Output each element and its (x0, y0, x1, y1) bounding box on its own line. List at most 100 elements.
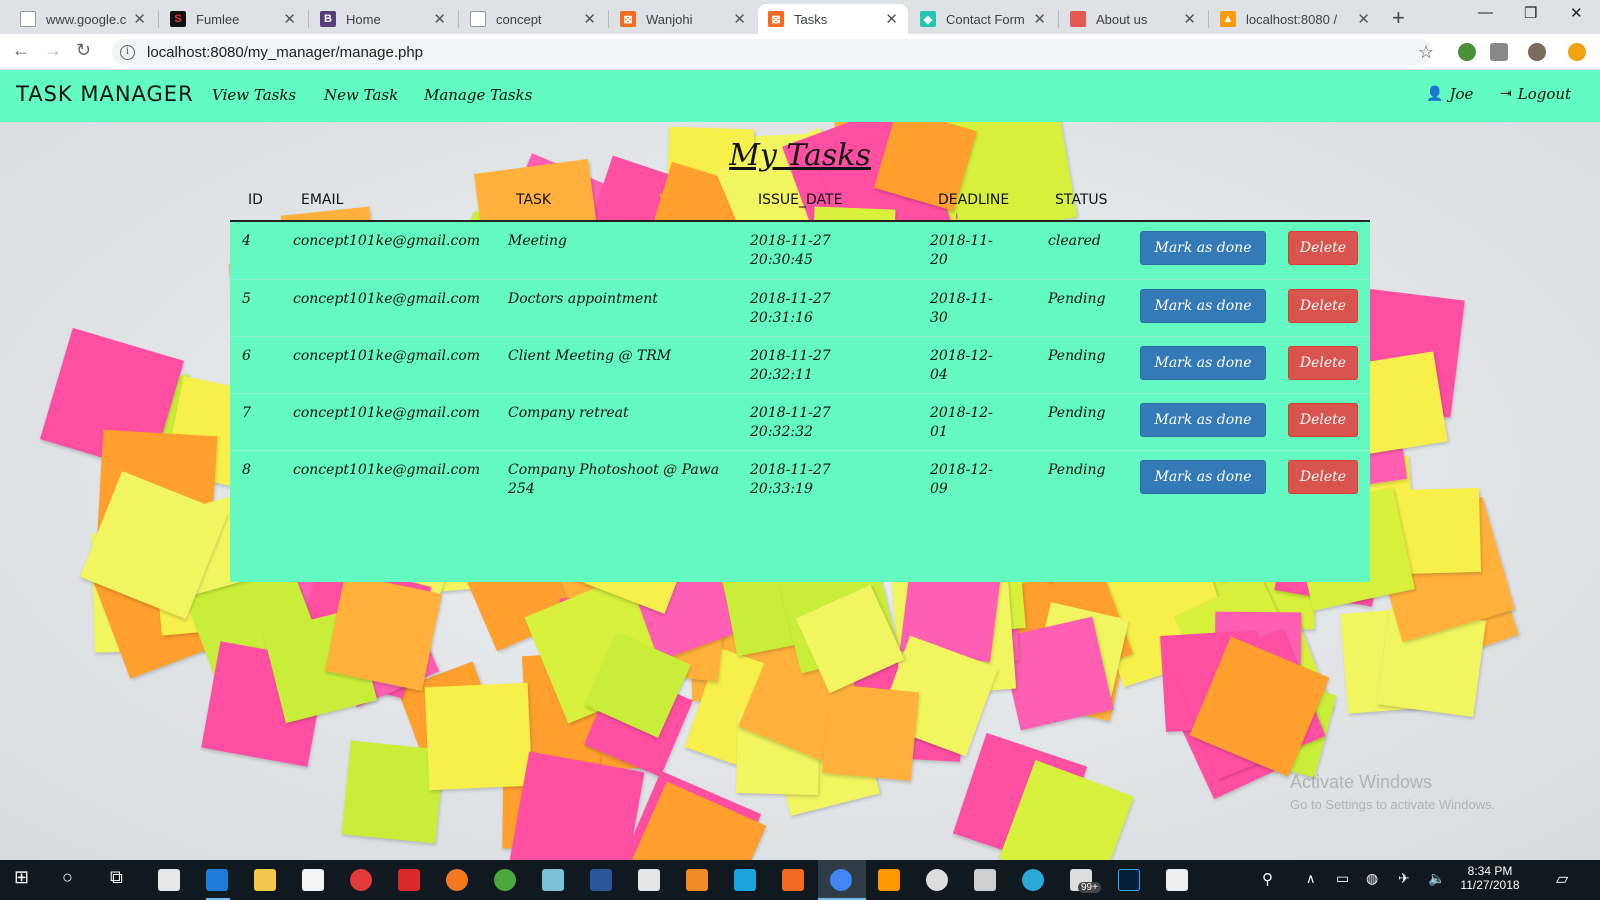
browser-tab[interactable]: ▲ localhost:8080 / ✕ (1210, 4, 1380, 34)
user-link[interactable]: 👤 Joe (1426, 85, 1473, 103)
nav-manage-tasks[interactable]: Manage Tasks (424, 86, 532, 104)
notifications-icon[interactable]: ▱ (1556, 869, 1568, 889)
delete-button[interactable]: Delete (1288, 346, 1358, 380)
wifi-icon[interactable]: ✈ (1398, 870, 1410, 887)
people-icon[interactable]: ⚲ (1262, 870, 1273, 888)
obs-icon[interactable] (926, 869, 948, 891)
browser-tab[interactable]: About us ✕ (1060, 4, 1206, 34)
issue-time: 20:32:11 (750, 367, 813, 383)
file-explorer-icon[interactable] (254, 869, 276, 891)
restore-icon[interactable]: ❐ (1524, 4, 1537, 22)
paint-icon[interactable] (974, 869, 996, 891)
table-row: 7 concept101ke@gmail.com Company retreat… (230, 393, 1370, 450)
cards-game-icon[interactable] (638, 869, 660, 891)
store-icon[interactable] (302, 869, 324, 891)
mark-done-button[interactable]: Mark as done (1140, 231, 1266, 265)
minimize-icon[interactable]: — (1478, 4, 1493, 21)
task-text: 254 (508, 481, 535, 497)
mark-done-button[interactable]: Mark as done (1140, 289, 1266, 323)
app-icon[interactable] (1022, 869, 1044, 891)
utorrent-icon[interactable] (494, 869, 516, 891)
page-icon (470, 11, 486, 27)
mark-done-button[interactable]: Mark as done (1140, 460, 1266, 494)
column-header-status: STATUS (1055, 192, 1108, 208)
new-tab-icon[interactable]: + (1392, 5, 1405, 31)
app-icon[interactable] (782, 869, 804, 891)
menu-alert-icon[interactable] (1568, 43, 1586, 61)
telkom-icon[interactable] (734, 869, 756, 891)
close-icon[interactable]: ✕ (1033, 10, 1046, 28)
edge-icon[interactable] (206, 869, 228, 891)
browser-tab[interactable]: ◆ Contact Form ✕ (910, 4, 1056, 34)
cell-id: 6 (242, 348, 251, 364)
issue-date: 2018-11-27 (750, 233, 831, 249)
photoshop-icon[interactable] (1118, 869, 1140, 891)
delete-button[interactable]: Delete (1288, 403, 1358, 437)
task-view-icon[interactable]: ⧉ (110, 867, 123, 888)
close-icon[interactable]: ✕ (283, 10, 296, 28)
browser-tab[interactable]: S Fumlee ✕ (160, 4, 306, 34)
extension-icon[interactable] (1458, 43, 1476, 61)
tasks-table: 4 concept101ke@gmail.com Meeting 2018-11… (230, 220, 1370, 582)
app-icon[interactable] (542, 869, 564, 891)
media-app-icon[interactable] (350, 869, 372, 891)
brand-logo[interactable]: TASK MANAGER (16, 82, 194, 106)
browser-tab[interactable]: B Home ✕ (310, 4, 456, 34)
nav-new-task[interactable]: New Task (324, 86, 398, 104)
browser-tab[interactable]: concept ✕ (460, 4, 606, 34)
bookmark-star-icon[interactable]: ☆ (1418, 42, 1434, 63)
word-icon[interactable] (590, 869, 612, 891)
windows-taskbar: ⊞ ○ ⧉ 99+ ⚲ ∧ ▭ ◍ ✈ 🔈 8:34 PM 11/27/2018… (0, 860, 1600, 900)
cell-email: concept101ke@gmail.com (293, 348, 481, 364)
close-icon[interactable]: ✕ (133, 10, 146, 28)
reload-icon[interactable]: ↻ (76, 40, 91, 61)
vlc-icon[interactable] (686, 869, 708, 891)
column-header-issue-date: ISSUE_DATE (758, 192, 843, 208)
info-icon[interactable]: i (120, 44, 135, 60)
forward-icon[interactable]: → (44, 40, 62, 61)
cell-email: concept101ke@gmail.com (293, 291, 481, 307)
acrobat-icon[interactable] (398, 869, 420, 891)
logout-link[interactable]: ⇥ Logout (1500, 85, 1571, 103)
close-icon[interactable]: ✕ (1357, 10, 1370, 28)
photos-icon[interactable] (1166, 869, 1188, 891)
extension-icon[interactable] (1490, 43, 1508, 61)
browser-tab-active[interactable]: ⊠ Tasks ✕ (758, 4, 908, 34)
tab-separator (158, 10, 159, 28)
battery-icon[interactable]: ▭ (1336, 870, 1349, 887)
chevron-up-icon[interactable]: ∧ (1306, 871, 1316, 887)
browser-tab[interactable]: www.google.co ✕ (10, 4, 156, 34)
search-icon[interactable]: ○ (62, 867, 73, 888)
chrome-icon[interactable] (830, 869, 852, 891)
cell-deadline: 2018-12- 04 (930, 347, 993, 385)
delete-button[interactable]: Delete (1288, 289, 1358, 323)
windows-activation-watermark: Activate Windows Go to Settings to activ… (1290, 772, 1495, 812)
clock-date: 11/27/2018 (1460, 878, 1520, 892)
address-bar[interactable]: i localhost:8080/my_manager/manage.php (112, 39, 1432, 65)
close-icon[interactable]: ✕ (433, 10, 446, 28)
back-icon[interactable]: ← (12, 40, 30, 61)
cell-task: Company Photoshoot @ Pawa 254 (508, 461, 719, 499)
taskbar-clock[interactable]: 8:34 PM 11/27/2018 (1455, 864, 1525, 892)
close-icon[interactable]: ✕ (1183, 10, 1196, 28)
browser-tab[interactable]: ⊠ Wanjohi ✕ (610, 4, 756, 34)
firefox-icon[interactable] (446, 869, 468, 891)
delete-button[interactable]: Delete (1288, 231, 1358, 265)
close-icon[interactable]: ✕ (885, 10, 898, 28)
wanjohi-favicon: ⊠ (620, 11, 636, 27)
clapper-app-icon[interactable] (158, 869, 180, 891)
sublime-text-icon[interactable] (878, 869, 900, 891)
watermark-subtitle: Go to Settings to activate Windows. (1290, 797, 1496, 812)
close-icon[interactable]: ✕ (733, 10, 746, 28)
close-window-icon[interactable]: ✕ (1570, 4, 1583, 22)
network-icon[interactable]: ◍ (1366, 870, 1378, 887)
close-icon[interactable]: ✕ (583, 10, 596, 28)
mark-done-button[interactable]: Mark as done (1140, 346, 1266, 380)
mark-done-button[interactable]: Mark as done (1140, 403, 1266, 437)
cell-status: cleared (1048, 233, 1101, 249)
windows-start-icon[interactable]: ⊞ (14, 867, 29, 888)
delete-button[interactable]: Delete (1288, 460, 1358, 494)
nav-view-tasks[interactable]: View Tasks (212, 86, 296, 104)
volume-icon[interactable]: 🔈 (1428, 870, 1445, 887)
avatar[interactable] (1528, 43, 1546, 61)
